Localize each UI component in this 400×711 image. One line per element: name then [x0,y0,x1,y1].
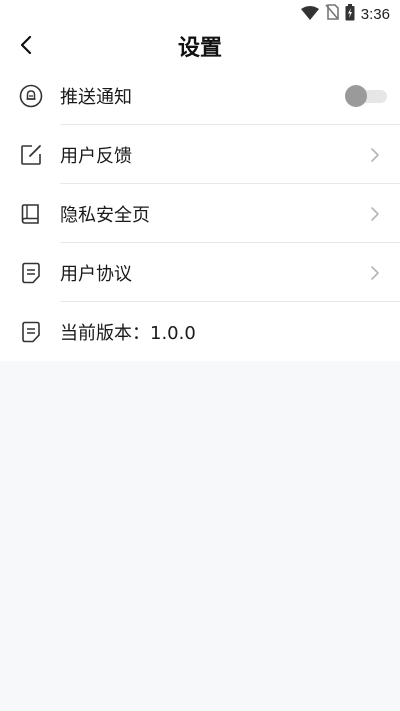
settings-item-push-notification: 推送通知 [0,66,400,125]
settings-item-privacy[interactable]: 隐私安全页 [0,184,400,243]
settings-item-label: 用户协议 [60,263,132,285]
version-label: 当前版本：1.0.0 [60,322,196,344]
settings-item-label: 推送通知 [60,86,132,108]
push-notification-toggle[interactable] [345,84,387,107]
settings-item-label: 隐私安全页 [60,204,150,226]
push-notification-icon [19,84,43,108]
book-icon [19,202,43,226]
document-icon [19,320,43,344]
battery-charging-icon [345,3,355,25]
status-bar: 3:36 [0,0,400,28]
settings-item-version: 当前版本：1.0.0 [0,302,400,361]
document-icon [19,261,43,285]
toggle-knob [345,84,367,107]
settings-item-feedback[interactable]: 用户反馈 [0,125,400,184]
settings-item-label: 用户反馈 [60,145,132,167]
settings-list: 推送通知 用户反馈 隐私安全页 用户协议 当前版本：1.0.0 [0,66,400,361]
page-title: 设置 [177,36,222,61]
no-sim-icon [325,4,339,24]
status-icons: 3:36 [300,3,390,25]
status-time: 3:36 [360,5,390,23]
feedback-edit-icon [19,143,43,167]
chevron-right-icon [370,265,380,281]
wifi-icon [300,5,319,24]
chevron-right-icon [370,206,380,222]
header: 设置 [0,28,400,66]
settings-item-user-agreement[interactable]: 用户协议 [0,243,400,302]
chevron-right-icon [370,147,380,163]
